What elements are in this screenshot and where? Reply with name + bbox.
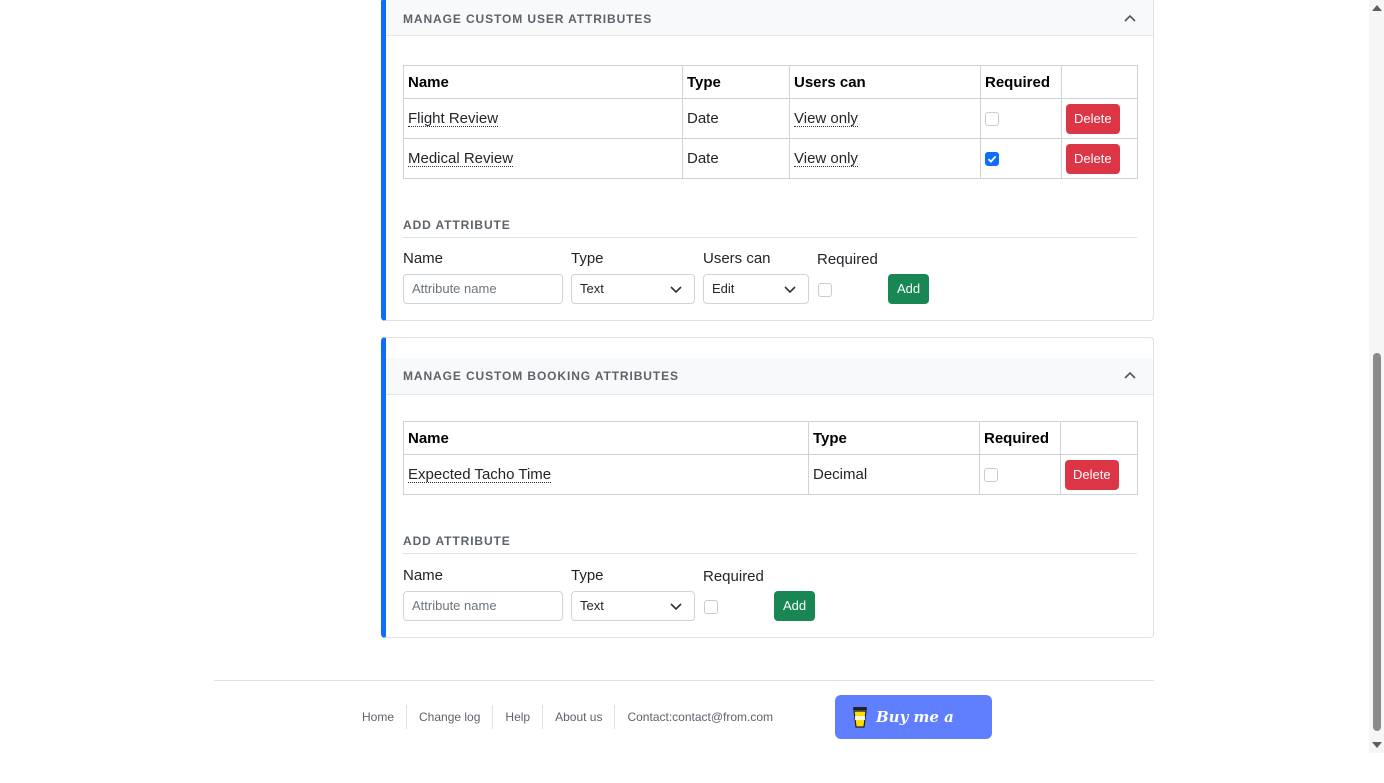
attribute-name-link[interactable]: Medical Review: [408, 151, 514, 167]
chevron-up-icon[interactable]: [1123, 369, 1137, 383]
footer-links: Home Change log Help About us Contact:co…: [350, 705, 785, 729]
footer-link-contact[interactable]: Contact:contact@from.com: [615, 705, 785, 729]
type-select-value: Text: [580, 281, 604, 296]
booking-attributes-title: MANAGE CUSTOM BOOKING ATTRIBUTES: [403, 369, 679, 383]
users-can-select[interactable]: Edit: [703, 274, 809, 304]
chevron-down-icon: [784, 286, 796, 294]
col-type: Type: [808, 421, 980, 455]
user-attributes-card: MANAGE CUSTOM USER ATTRIBUTES Name Type …: [381, 0, 1154, 321]
add-button[interactable]: Add: [774, 591, 816, 621]
col-type: Type: [682, 65, 790, 99]
scroll-up-arrow-icon[interactable]: [1372, 5, 1382, 11]
footer-link-change-log[interactable]: Change log: [407, 705, 494, 729]
attribute-name-link[interactable]: Flight Review: [408, 111, 499, 127]
col-actions: [1061, 65, 1138, 99]
table-header-row: Name Type Required: [403, 421, 1138, 455]
users-can-link[interactable]: View only: [794, 151, 858, 167]
footer-link-home[interactable]: Home: [350, 705, 408, 729]
users-can-select-value: Edit: [712, 281, 735, 296]
chevron-down-icon: [670, 286, 682, 294]
scroll-down-arrow-icon[interactable]: [1372, 742, 1382, 748]
attribute-type: Date: [682, 98, 790, 139]
required-checkbox[interactable]: [818, 283, 832, 297]
delete-button[interactable]: Delete: [1065, 459, 1119, 490]
table-row: Expected Tacho Time Decimal Delete: [403, 454, 1138, 495]
required-label: Required: [703, 568, 764, 585]
col-name: Name: [403, 65, 683, 99]
add-attribute-title: ADD ATTRIBUTE: [403, 534, 511, 548]
col-actions: [1060, 421, 1138, 455]
type-select[interactable]: Text: [571, 274, 695, 304]
footer-divider: [214, 680, 1154, 681]
table-header-row: Name Type Users can Required: [403, 65, 1138, 99]
buy-me-a-coffee-button[interactable]: Buy me a coffee: [835, 695, 992, 770]
user-attributes-title: MANAGE CUSTOM USER ATTRIBUTES: [403, 12, 653, 26]
col-name: Name: [403, 421, 809, 455]
attribute-name-input[interactable]: Attribute name: [403, 274, 563, 304]
coffee-label: Buy me a coffee: [876, 708, 954, 770]
name-label: Name: [403, 250, 444, 267]
col-users-can: Users can: [789, 65, 981, 99]
name-label: Name: [403, 567, 444, 584]
check-icon: [987, 155, 997, 163]
required-label: Required: [817, 251, 878, 268]
add-attribute-title: ADD ATTRIBUTE: [403, 218, 511, 232]
type-select[interactable]: Text: [571, 591, 695, 621]
delete-button[interactable]: Delete: [1066, 143, 1120, 174]
chevron-down-icon: [670, 603, 682, 611]
required-checkbox[interactable]: [704, 600, 718, 614]
attribute-type: Date: [682, 138, 790, 179]
attribute-name-link[interactable]: Expected Tacho Time: [408, 467, 552, 483]
delete-button[interactable]: Delete: [1066, 103, 1120, 134]
type-label: Type: [571, 250, 604, 267]
required-checkbox[interactable]: [985, 112, 999, 127]
users-can-label: Users can: [703, 250, 771, 267]
attribute-type: Decimal: [808, 454, 980, 495]
footer-link-help[interactable]: Help: [493, 705, 544, 729]
user-attributes-table: Name Type Users can Required Flight Revi…: [403, 65, 1138, 179]
required-checkbox-checked[interactable]: [985, 152, 999, 167]
user-attributes-header[interactable]: MANAGE CUSTOM USER ATTRIBUTES: [386, 0, 1153, 36]
footer-link-about-us[interactable]: About us: [543, 705, 616, 729]
coffee-cup-icon: [853, 707, 867, 728]
divider: [403, 237, 1137, 238]
col-required: Required: [980, 65, 1062, 99]
attribute-name-input[interactable]: Attribute name: [403, 591, 563, 621]
type-select-value: Text: [580, 598, 604, 613]
type-label: Type: [571, 567, 604, 584]
divider: [403, 553, 1137, 554]
add-button[interactable]: Add: [888, 274, 930, 304]
users-can-link[interactable]: View only: [794, 111, 858, 127]
col-required: Required: [979, 421, 1061, 455]
scroll-thumb[interactable]: [1373, 353, 1381, 731]
chevron-up-icon[interactable]: [1123, 12, 1137, 26]
booking-attributes-table: Name Type Required Expected Tacho Time D…: [403, 421, 1138, 495]
page-scrollbar[interactable]: [1369, 0, 1384, 753]
required-checkbox[interactable]: [984, 468, 998, 483]
booking-attributes-header[interactable]: MANAGE CUSTOM BOOKING ATTRIBUTES: [386, 358, 1153, 395]
booking-attributes-card: MANAGE CUSTOM BOOKING ATTRIBUTES Name Ty…: [381, 337, 1154, 638]
table-row: Medical Review Date View only Delete: [403, 138, 1138, 179]
table-row: Flight Review Date View only Delete: [403, 98, 1138, 139]
